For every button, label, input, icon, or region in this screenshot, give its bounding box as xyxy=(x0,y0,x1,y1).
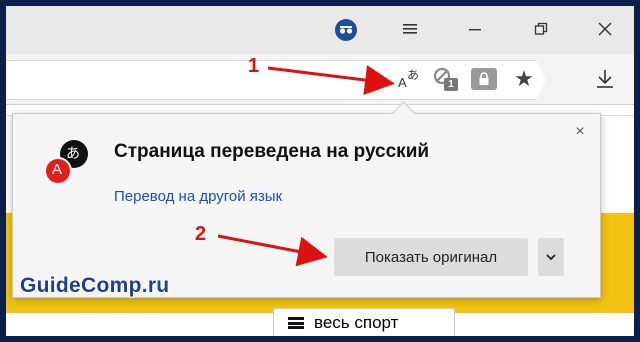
download-icon xyxy=(597,70,613,88)
title-bar xyxy=(6,6,634,54)
bookmark-star-button[interactable]: ★ xyxy=(511,66,537,92)
translate-icon-cjk: あ xyxy=(407,68,420,82)
restore-button[interactable] xyxy=(528,16,554,42)
popup-title: Страница переведена на русский xyxy=(114,141,430,162)
minimize-icon xyxy=(469,29,481,31)
options-dropdown-button[interactable] xyxy=(538,238,564,276)
logo-glyph-latin: A xyxy=(52,161,63,178)
sport-menu-label: весь спорт xyxy=(314,313,399,332)
minimize-button[interactable] xyxy=(462,16,488,42)
downloads-button[interactable] xyxy=(592,66,618,92)
lock-icon xyxy=(479,72,489,85)
blocked-count-badge: 1 xyxy=(444,78,458,91)
translate-popup: × あ A Страница переведена на русский Пер… xyxy=(12,101,601,298)
watermark: GuideComp.ru xyxy=(20,274,170,297)
annotation-number-2: 2 xyxy=(195,223,207,245)
omnibox[interactable] xyxy=(6,60,546,100)
annotation-number-1: 1 xyxy=(248,55,260,77)
popup-close-button[interactable]: × xyxy=(572,123,588,140)
translate-button[interactable]: A あ xyxy=(396,66,422,92)
lock-button[interactable] xyxy=(471,68,497,90)
close-icon: × xyxy=(575,123,585,140)
blocker-button[interactable]: 1 xyxy=(432,66,464,92)
show-original-button[interactable]: Показать оригинал xyxy=(334,238,528,276)
menu-button[interactable] xyxy=(397,16,423,42)
close-icon xyxy=(598,22,612,36)
change-language-link[interactable]: Перевод на другой язык xyxy=(114,188,282,205)
address-bar: A あ 1 ★ xyxy=(6,54,634,105)
logo-glyph-cjk: あ xyxy=(66,145,80,161)
browser-window: A あ 1 ★ весь спорт × あ A Страница переве… xyxy=(6,6,634,336)
translate-icon: A xyxy=(398,75,407,90)
menu-icon xyxy=(288,317,304,329)
close-window-button[interactable] xyxy=(592,16,618,42)
incognito-icon[interactable] xyxy=(335,19,357,41)
chevron-down-icon xyxy=(546,254,556,260)
star-icon: ★ xyxy=(514,66,534,91)
sport-menu-link[interactable]: весь спорт xyxy=(273,308,455,336)
hamburger-icon xyxy=(403,24,417,34)
restore-icon xyxy=(534,22,548,35)
